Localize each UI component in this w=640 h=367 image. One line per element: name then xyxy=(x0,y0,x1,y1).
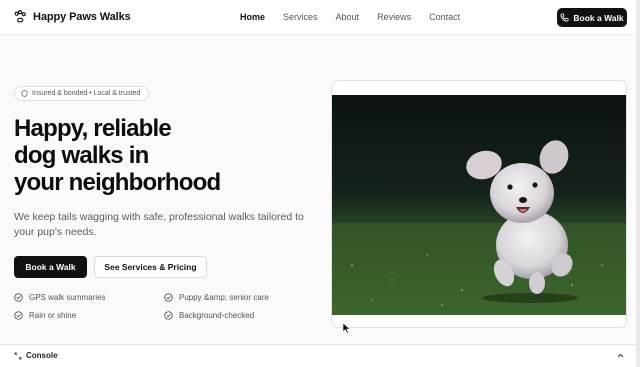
trust-badge-text: Insured & bonded • Local & trusted xyxy=(32,90,141,97)
paw-icon xyxy=(14,10,26,23)
feature-item: Background-checked xyxy=(164,311,254,320)
nav-about[interactable]: About xyxy=(336,12,360,22)
check-circle-icon xyxy=(14,311,23,320)
site-header: Happy Paws Walks Home Services About Rev… xyxy=(0,0,636,35)
hero-subtext: We keep tails wagging with safe, profess… xyxy=(14,211,304,238)
nav-services[interactable]: Services xyxy=(283,12,318,22)
console-bar[interactable]: Console xyxy=(0,344,636,367)
console-label-text: Console xyxy=(26,351,58,360)
services-pricing-button[interactable]: See Services & Pricing xyxy=(94,256,207,278)
nav-home[interactable]: Home xyxy=(240,12,265,22)
main-nav: Home Services About Reviews Contact xyxy=(240,12,478,22)
feature-label: GPS walk summaries xyxy=(29,293,106,302)
header-book-walk-button[interactable]: Book a Walk xyxy=(557,8,627,27)
dog-running-photo xyxy=(332,95,626,315)
feature-item: Rain or shine xyxy=(14,311,76,320)
nav-contact[interactable]: Contact xyxy=(429,12,460,22)
mouse-cursor-icon xyxy=(342,322,351,334)
shield-icon xyxy=(21,90,28,97)
check-circle-icon xyxy=(164,293,173,302)
console-label[interactable]: Console xyxy=(14,351,58,360)
hero-image-card xyxy=(331,80,627,328)
chevron-up-icon[interactable] xyxy=(616,351,625,360)
headline-line-1: Happy, reliable xyxy=(14,115,172,142)
feature-item: Puppy &amp; senior care xyxy=(164,293,269,302)
scrollbar-track[interactable] xyxy=(636,0,640,367)
nav-reviews[interactable]: Reviews xyxy=(377,12,411,22)
headline-line-2: dog walks in xyxy=(14,142,149,169)
brand[interactable]: Happy Paws Walks xyxy=(14,10,131,23)
headline-line-3: your neighborhood xyxy=(14,169,221,196)
check-circle-icon xyxy=(14,293,23,302)
trust-badge: Insured & bonded • Local & trusted xyxy=(14,86,150,101)
header-book-walk-label: Book a Walk xyxy=(573,12,624,23)
book-walk-button[interactable]: Book a Walk xyxy=(14,256,87,278)
expand-arrows-icon xyxy=(14,352,22,359)
hero-headline: Happy, reliable dog walks in your neighb… xyxy=(14,115,314,196)
brand-name: Happy Paws Walks xyxy=(33,10,131,23)
feature-label: Background-checked xyxy=(179,311,255,320)
feature-item: GPS walk summaries xyxy=(14,293,105,302)
phone-icon xyxy=(560,13,569,22)
page: Happy Paws Walks Home Services About Rev… xyxy=(0,0,636,367)
feature-label: Puppy &amp; senior care xyxy=(179,293,269,302)
check-circle-icon xyxy=(164,311,173,320)
feature-label: Rain or shine xyxy=(29,311,77,320)
